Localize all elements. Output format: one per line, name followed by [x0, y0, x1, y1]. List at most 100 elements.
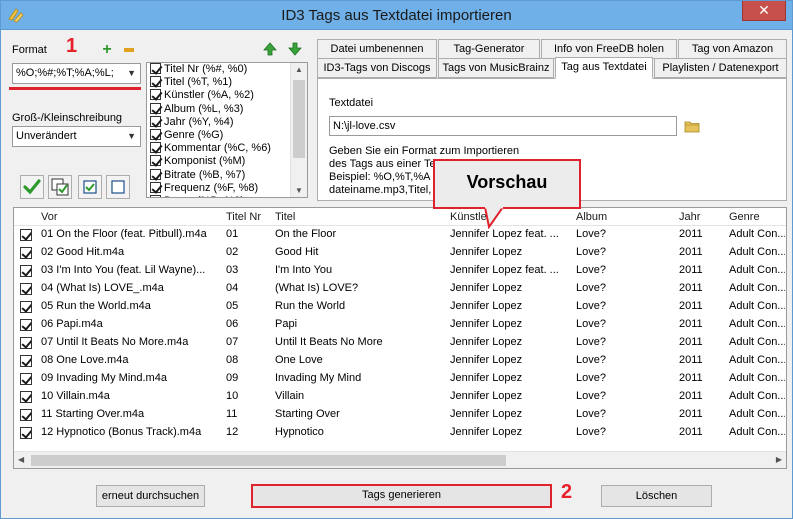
column-header-titel[interactable]: Titel [275, 211, 295, 223]
table-cell: 07 Until It Beats No More.m4a [41, 336, 189, 348]
arrow-down-icon[interactable] [288, 42, 302, 56]
table-row[interactable]: 01 On the Floor (feat. Pitbull).m4a 01 On … [14, 226, 786, 244]
table-cell: Adult Con... [729, 408, 785, 420]
table-cell: 04 [226, 282, 239, 294]
row-checkbox[interactable] [20, 265, 32, 277]
table-row[interactable]: 09 Invading My Mind.m4a 09 Invading My Min… [14, 370, 786, 388]
row-checkbox[interactable] [20, 409, 32, 421]
table-cell: Jennifer Lopez feat. ... [450, 228, 559, 240]
minus-icon[interactable] [121, 42, 137, 58]
row-checkbox[interactable] [20, 301, 32, 313]
field-list-item[interactable]: Bitrate (%B, %7) [147, 168, 307, 182]
description-line-2: des Tags aus einer Te [329, 158, 436, 170]
field-list-item[interactable]: Künstler (%A, %2) [147, 89, 307, 102]
tab-datei-umbenennen[interactable]: Datei umbenennen [317, 39, 437, 59]
preview-grid[interactable]: Vor Titel Nr Titel Künstler Album Jahr G… [13, 207, 787, 469]
table-row[interactable]: 12 Hypnotico (Bonus Track).m4a 12 Hypnotic… [14, 424, 786, 442]
column-header-album[interactable]: Album [576, 211, 607, 223]
scroll-down-icon[interactable]: ▼ [295, 186, 303, 195]
row-checkbox[interactable] [20, 337, 32, 349]
uncheck-all-button[interactable] [106, 175, 130, 199]
table-row[interactable]: 07 Until It Beats No More.m4a 07 Until It … [14, 334, 786, 352]
table-row[interactable]: 08 One Love.m4a 08 One Love Jennifer Lopez L… [14, 352, 786, 370]
field-list-item[interactable]: Album (%L, %3) [147, 102, 307, 116]
scrollbar-thumb[interactable] [293, 80, 305, 158]
tab-tag-aus-textdatei[interactable]: Tag aus Textdatei [555, 57, 653, 79]
checkbox[interactable] [150, 115, 161, 127]
format-combobox[interactable]: %O;%#;%T;%A;%L; ▼ [12, 63, 141, 84]
field-list-item[interactable]: Kommentar (%C, %6) [147, 142, 307, 155]
row-checkbox[interactable] [20, 283, 32, 295]
checkbox[interactable] [150, 89, 161, 101]
folder-icon[interactable] [684, 119, 700, 133]
field-list-item[interactable]: Komponist (%M) [147, 155, 307, 168]
table-row[interactable]: 06 Papi.m4a 06 Papi Jennifer Lopez Love? 2011… [14, 316, 786, 334]
check-selected-button[interactable] [48, 175, 72, 199]
table-row[interactable]: 04 (What Is) LOVE_.m4a 04 (What Is) LOVE? J… [14, 280, 786, 298]
row-checkbox[interactable] [20, 427, 32, 439]
table-cell: Good Hit [275, 246, 319, 258]
checkbox[interactable] [150, 142, 161, 154]
scroll-right-icon[interactable]: ▶ [776, 455, 782, 464]
table-cell: 05 [226, 300, 239, 312]
field-list-item[interactable]: Genre (%G) [147, 128, 307, 142]
table-row[interactable]: 02 Good Hit.m4a 02 Good Hit Jennifer Lopez L… [14, 244, 786, 262]
row-checkbox[interactable] [20, 391, 32, 403]
table-cell: Jennifer Lopez [450, 372, 523, 384]
textdatei-input[interactable]: N:\jl-love.csv [329, 116, 677, 136]
column-header-genre[interactable]: Genre [729, 211, 760, 223]
tab-amazon[interactable]: Tag von Amazon [678, 39, 787, 59]
tab-musicbrainz[interactable]: Tags von MusicBrainz [438, 58, 554, 78]
checkbox[interactable] [150, 194, 161, 197]
grid-horizontal-scrollbar[interactable]: ◀ ▶ [14, 451, 786, 468]
table-cell: One Love [275, 354, 323, 366]
arrow-up-icon[interactable] [263, 42, 277, 56]
field-list-item[interactable]: Jahr (%Y, %4) [147, 115, 307, 129]
scroll-left-icon[interactable]: ◀ [18, 455, 24, 464]
case-label: Groß-/Kleinschreibung [12, 112, 123, 124]
tab-freedb[interactable]: Info von FreeDB holen [541, 39, 677, 59]
apply-button[interactable] [20, 175, 44, 199]
generate-tags-button[interactable]: Tags generieren [251, 484, 552, 508]
checkbox[interactable] [150, 128, 161, 140]
row-checkbox[interactable] [20, 229, 32, 241]
checkbox[interactable] [150, 76, 161, 88]
table-row[interactable]: 11 Starting Over.m4a 11 Starting Over Jenni… [14, 406, 786, 424]
field-list-item[interactable]: Frequenz (%F, %8) [147, 181, 307, 195]
field-list-scrollbar[interactable]: ▲ ▼ [290, 63, 307, 197]
checkbox[interactable] [150, 181, 161, 193]
checkbox[interactable] [150, 102, 161, 114]
table-row[interactable]: 03 I'm Into You (feat. Lil Wayne)... 03 I'… [14, 262, 786, 280]
plus-icon[interactable]: + [99, 42, 115, 58]
field-list-item[interactable]: Dauer (%D, %9) [147, 194, 307, 197]
row-checkbox[interactable] [20, 355, 32, 367]
check-all-button[interactable] [78, 175, 102, 199]
column-header-jahr[interactable]: Jahr [679, 211, 700, 223]
column-header-vor[interactable]: Vor [41, 211, 58, 223]
checkbox[interactable] [150, 155, 161, 167]
row-checkbox[interactable] [20, 319, 32, 331]
scroll-up-icon[interactable]: ▲ [295, 65, 303, 74]
table-row[interactable]: 10 Villain.m4a 10 Villain Jennifer Lopez Lov… [14, 388, 786, 406]
table-row[interactable]: 05 Run the World.m4a 05 Run the World Jenni… [14, 298, 786, 316]
delete-button[interactable]: Löschen [601, 485, 712, 507]
case-combobox[interactable]: Unverändert ▼ [12, 126, 141, 147]
tab-tag-generator[interactable]: Tag-Generator [438, 39, 540, 59]
title-bar[interactable]: ID3 Tags aus Textdatei importieren ✕ [1, 1, 792, 30]
column-header-titel-nr[interactable]: Titel Nr [226, 211, 261, 223]
tab-discogs[interactable]: ID3-Tags von Discogs [317, 58, 437, 78]
scrollbar-thumb[interactable] [31, 455, 506, 466]
checkbox[interactable] [150, 168, 161, 180]
row-checkbox[interactable] [20, 247, 32, 259]
table-cell: Love? [576, 336, 606, 348]
table-cell: 11 [226, 408, 238, 420]
checkbox[interactable] [150, 63, 161, 74]
tab-playlisten[interactable]: Playlisten / Datenexport [654, 58, 787, 78]
close-button[interactable]: ✕ [742, 1, 786, 21]
field-list-item[interactable]: Titel Nr (%#, %0) [147, 63, 307, 76]
row-checkbox[interactable] [20, 373, 32, 385]
field-list[interactable]: Titel Nr (%#, %0) Titel (%T, %1) Künstler … [146, 62, 308, 198]
rescan-button[interactable]: erneut durchsuchen [96, 485, 205, 507]
table-cell: 2011 [679, 426, 703, 438]
field-list-item[interactable]: Titel (%T, %1) [147, 76, 307, 89]
